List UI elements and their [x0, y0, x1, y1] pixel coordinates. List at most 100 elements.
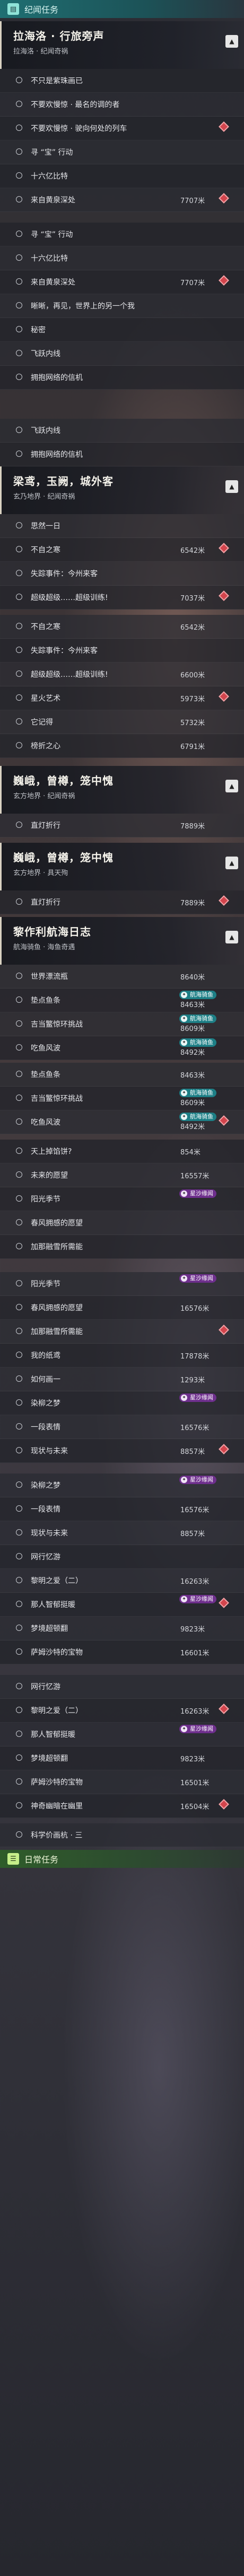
circle-icon — [16, 973, 22, 979]
distance-text: 16576米 — [180, 1424, 210, 1432]
circle-icon — [16, 1118, 22, 1125]
quest-step-row[interactable]: 梦境超顿翻 9823米 — [0, 1617, 244, 1640]
quest-step-row[interactable]: 不自之寒 6542米 — [0, 615, 244, 639]
quest-step-row[interactable]: 拥抱网络的信机 — [0, 443, 244, 466]
quest-tag-badge: ✦ 星沙缘闻 — [179, 1725, 216, 1733]
quest-group-title[interactable]: 拉海洛 · 行旅旁声 拉海洛 · 纪闻奇祸 ▲ — [0, 21, 244, 69]
quest-step-row[interactable]: 染柳之梦 ✦ 星沙缘闻 — [0, 1474, 244, 1497]
quest-tag-badge: ✦ 星沙缘闻 — [179, 1274, 216, 1283]
quest-step-row[interactable]: 现状与未来 8857米 — [0, 1521, 244, 1545]
quest-step-row[interactable]: 世界漂流瓶 8640米 — [0, 965, 244, 989]
quest-group-title[interactable]: 巍峨，曾樽，笼中愧 玄方地界 · 具天殉 ▲ — [0, 843, 244, 890]
quest-step-row[interactable]: 吃鱼风波 ✦ 航海骑鱼 8492米 — [0, 1110, 244, 1134]
quest-step-row[interactable]: 直灯折行 7889米 — [0, 890, 244, 914]
quest-step-row[interactable]: 十六亿比特 — [0, 246, 244, 270]
quest-step-row[interactable]: 超级超级……超级训练! 7037米 — [0, 586, 244, 610]
tab-story-quests[interactable]: ▤ 纪闻任务 — [0, 0, 244, 18]
quest-step-row[interactable]: 黎明之爱（二） 16263米 — [0, 1569, 244, 1593]
quest-step-row[interactable]: 飞跃内线 — [0, 342, 244, 366]
tab-daily-quests[interactable]: ☰ 日常任务 — [0, 1850, 244, 1868]
quest-step-row[interactable]: 阳光季节 ✦ 星沙缘闻 — [0, 1187, 244, 1211]
quest-step-row[interactable]: 梦境超顿翻 9823米 — [0, 1746, 244, 1770]
distance-text: 6542米 — [180, 624, 205, 632]
quest-step-row[interactable]: 未来的愿望 16557米 — [0, 1163, 244, 1187]
track-marker-icon[interactable] — [219, 1444, 229, 1454]
track-marker-icon[interactable] — [219, 590, 229, 601]
quest-step-row[interactable]: 吉当鳘惊环挑战 ✦ 航海骑鱼 8609米 — [0, 1087, 244, 1110]
quest-step-row[interactable]: 不只是紫珠画已 — [0, 69, 244, 93]
quest-step-row[interactable]: 垫点鱼条 ✦ 航海骑鱼 8463米 — [0, 989, 244, 1012]
quest-step-row[interactable]: 秘密 — [0, 318, 244, 342]
quest-step-row[interactable]: 春风拥感的愿望 — [0, 1211, 244, 1235]
quest-step-row[interactable]: 网行忆游 — [0, 1675, 244, 1699]
quest-step-row[interactable]: 黎明之爱（二） 16263米 — [0, 1699, 244, 1723]
track-marker-icon[interactable] — [219, 895, 229, 906]
quest-step-row[interactable]: 网行忆游 — [0, 1545, 244, 1569]
collapse-button[interactable]: ▲ — [225, 35, 238, 48]
quest-step-row[interactable]: 拥抱网络的信机 — [0, 366, 244, 390]
quest-step-label: 世界漂流瓶 — [31, 973, 68, 981]
quest-step-row[interactable]: 萨姆沙特的宝物 16601米 — [0, 1640, 244, 1664]
quest-step-row[interactable]: 失踪事件：今州来客 — [0, 639, 244, 663]
distance-text: 7889米 — [180, 899, 205, 907]
quest-step-row[interactable]: 寻 “宝” 行动 — [0, 140, 244, 164]
collapse-button[interactable]: ▲ — [225, 931, 238, 943]
collapse-button[interactable]: ▲ — [225, 480, 238, 493]
quest-step-row[interactable]: 寻 “宝” 行动 — [0, 223, 244, 246]
quest-step-row[interactable]: 垫点鱼条 8463米 — [0, 1063, 244, 1087]
circle-icon — [16, 1731, 22, 1737]
quest-step-row[interactable]: 来自黄泉深处 7707米 — [0, 270, 244, 294]
track-marker-icon[interactable] — [219, 121, 229, 132]
quest-step-row[interactable]: 现状与未来 8857米 — [0, 1439, 244, 1463]
quest-step-row[interactable]: 神奇幽暗在幽里 16504米 — [0, 1794, 244, 1818]
quest-step-row[interactable]: 加那融雪所需能 — [0, 1320, 244, 1344]
quest-step-row[interactable]: 一段表情 16576米 — [0, 1497, 244, 1521]
quest-step-row[interactable]: 染柳之梦 ✦ 星沙缘闻 — [0, 1391, 244, 1415]
quest-step-label: 十六亿比特 — [31, 172, 68, 181]
quest-step-row[interactable]: 春风拥感的愿望 16576米 — [0, 1296, 244, 1320]
quest-step-row[interactable]: 科学价画杭 · 三 — [0, 1823, 244, 1847]
quest-step-row[interactable]: 不自之寒 6542米 — [0, 538, 244, 562]
track-marker-icon[interactable] — [219, 691, 229, 702]
quest-step-row[interactable]: 阳光季节 ✦ 星沙缘闻 — [0, 1272, 244, 1296]
quest-tag-badge: ✦ 星沙缘闻 — [179, 1476, 216, 1484]
track-marker-icon[interactable] — [219, 1115, 229, 1126]
quest-step-row[interactable]: 飞跃内线 — [0, 419, 244, 443]
quest-step-row[interactable]: 超级超级……超级训练! 6600米 — [0, 663, 244, 686]
quest-step-row[interactable]: 直灯折行 7889米 — [0, 814, 244, 837]
track-marker-icon[interactable] — [219, 193, 229, 204]
collapse-button[interactable]: ▲ — [225, 780, 238, 792]
quest-group-title[interactable]: 梁鸢，玉阙，城外客 玄乃地界 · 纪闻奇祸 ▲ — [0, 466, 244, 514]
quest-step-row[interactable]: 不要欢慢惊 · 最名的调的者 — [0, 93, 244, 117]
quest-step-row[interactable]: 十六亿比特 — [0, 164, 244, 188]
quest-group-title[interactable]: 巍峨，曾樽，笼中愧 玄方地界 · 纪闻奇祸 ▲ — [0, 766, 244, 814]
track-marker-icon[interactable] — [219, 1704, 229, 1714]
quest-step-row[interactable]: 那人智郁挺暖 ✦ 星沙缘闻 — [0, 1723, 244, 1746]
quest-step-row[interactable]: 星火艺术 5973米 — [0, 686, 244, 710]
track-marker-icon[interactable] — [219, 1598, 229, 1608]
quest-step-row[interactable]: 那人智郁挺暖 ✦ 星沙缘闻 — [0, 1593, 244, 1617]
track-marker-icon[interactable] — [219, 543, 229, 553]
quest-step-row[interactable]: 吉当鳘惊环挑战 ✦ 航海骑鱼 8609米 — [0, 1012, 244, 1036]
quest-step-row[interactable]: 我的纸鸢 17878米 — [0, 1344, 244, 1368]
track-marker-icon[interactable] — [219, 275, 229, 286]
quest-step-row[interactable]: 一段表情 16576米 — [0, 1415, 244, 1439]
quest-step-row[interactable]: 榜折之心 6791米 — [0, 734, 244, 758]
quest-step-row[interactable]: 天上掉馅饼? 854米 — [0, 1140, 244, 1163]
quest-step-row[interactable]: 失踪事件：今州来客 — [0, 562, 244, 586]
quest-step-row[interactable]: 思然一日 — [0, 514, 244, 538]
quest-group-title[interactable]: 黎作利航海日志 航海骑鱼 · 海鱼奇遇 ▲ — [0, 917, 244, 965]
track-marker-icon[interactable] — [219, 1325, 229, 1335]
quest-step-row[interactable]: 吃鱼风波 ✦ 航海骑鱼 8492米 — [0, 1036, 244, 1060]
quest-step-row[interactable]: 萨姆沙特的宝物 16501米 — [0, 1770, 244, 1794]
quest-step-row[interactable]: 它记得 5732米 — [0, 710, 244, 734]
track-marker-icon[interactable] — [219, 1799, 229, 1810]
quest-step-row[interactable]: 如何画一 1293米 — [0, 1368, 244, 1391]
quest-step-row[interactable]: 不要欢慢惊 · 驶向何处的列车 — [0, 117, 244, 140]
quest-step-row[interactable]: 来自黄泉深处 7707米 — [0, 188, 244, 212]
quest-step-row[interactable]: 晰晰，再见，世界上的另一个我 — [0, 294, 244, 318]
circle-icon — [16, 1683, 22, 1689]
collapse-button[interactable]: ▲ — [225, 857, 238, 869]
quest-tag-badge: ✦ 航海骑鱼 — [179, 1113, 216, 1121]
quest-step-row[interactable]: 加那融雪所需能 — [0, 1235, 244, 1259]
